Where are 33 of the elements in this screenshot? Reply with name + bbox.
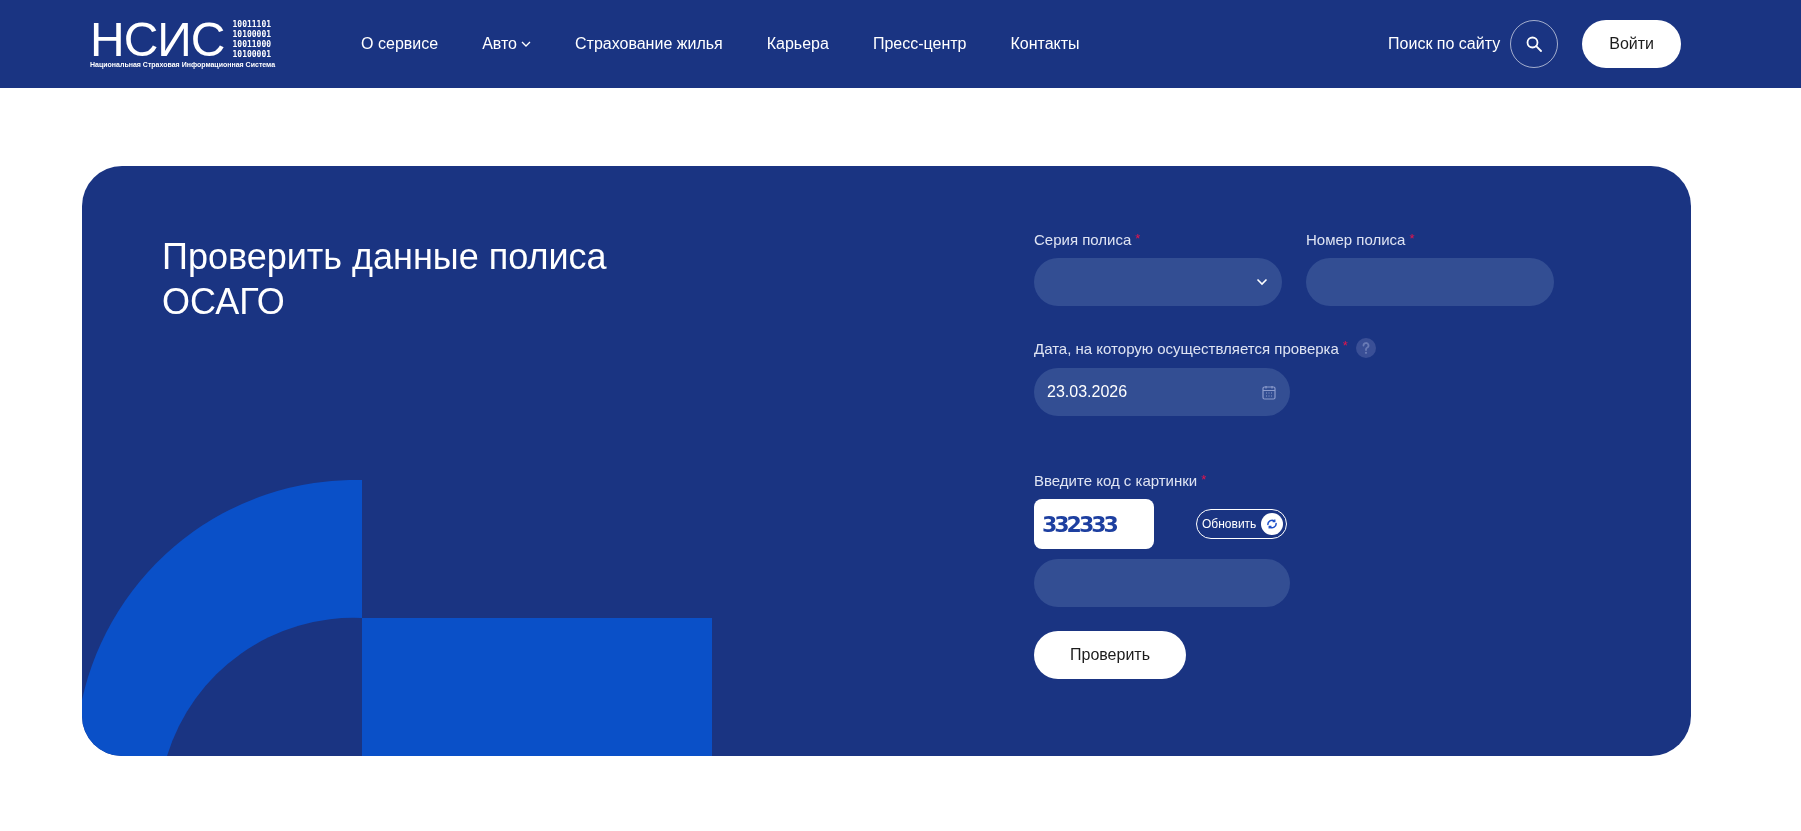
field-label: Номер полиса [1306, 231, 1406, 248]
date-field[interactable]: 23.03.2026 [1034, 368, 1290, 416]
logo-mark[interactable]: НСИС [90, 20, 225, 60]
number-field[interactable] [1306, 258, 1554, 306]
logo-binary-line: 10100001 [232, 30, 272, 40]
logo-binary-line: 10011000 [232, 40, 272, 50]
required-mark: * [1201, 472, 1207, 487]
captcha-input[interactable] [1034, 559, 1290, 607]
nav-link[interactable]: Карьера [766, 35, 829, 53]
field-label: Дата, на которую осуществляется проверка [1034, 339, 1339, 357]
captcha-image: 332333 [1034, 499, 1154, 549]
page-title: Проверить данные полиса ОСАГО [162, 235, 608, 324]
submit-button[interactable]: Проверить [1034, 631, 1186, 679]
refresh-icon [1261, 513, 1284, 535]
nav-link[interactable]: Контакты [1010, 35, 1080, 53]
search-icon [1526, 36, 1543, 52]
series-select[interactable] [1034, 258, 1282, 306]
chevron-down-icon [1256, 278, 1268, 286]
nav-link[interactable]: Пресс-центр [872, 35, 967, 53]
required-mark: * [1342, 338, 1348, 353]
nav-link[interactable]: Страхование жилья [575, 35, 723, 53]
field-label: Серия полиса [1034, 231, 1132, 248]
required-mark: * [1409, 231, 1415, 246]
required-mark: * [1135, 231, 1141, 246]
nav-link[interactable]: О сервисе [361, 35, 439, 53]
search-label: Поиск по сайту [1388, 35, 1501, 53]
logo-binary-line: 10011101 [232, 20, 272, 30]
login-button[interactable]: Войти [1582, 20, 1681, 68]
field-label: Введите код с картинки [1034, 472, 1198, 489]
calendar-icon [1262, 384, 1276, 400]
logo-binary-line: 10100001 [232, 50, 272, 60]
nav-link[interactable]: Авто [482, 35, 531, 53]
help-icon[interactable] [1355, 338, 1376, 358]
